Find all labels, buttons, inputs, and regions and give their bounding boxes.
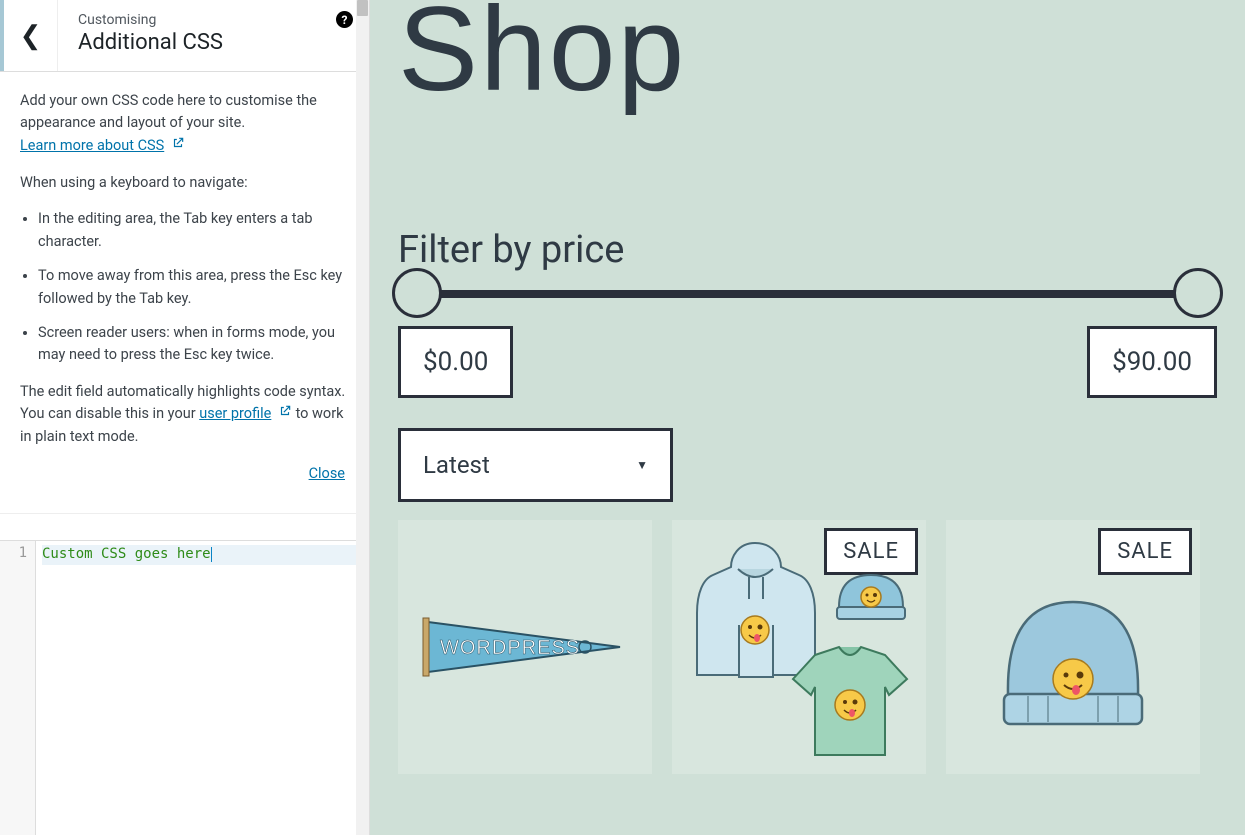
chevron-left-icon: ❮ (20, 21, 42, 51)
line-gutter: 1 (0, 541, 36, 835)
external-link-icon (171, 136, 185, 158)
tip-item: Screen reader users: when in forms mode,… (38, 322, 349, 367)
sale-badge: SALE (1098, 528, 1192, 575)
page-title: Shop (398, 0, 1217, 118)
panel-body: Add your own CSS code here to customise … (0, 72, 369, 514)
close-link[interactable]: Close (309, 465, 345, 482)
sort-selected-label: Latest (423, 451, 490, 479)
collection-image (679, 527, 919, 767)
price-min-box: $0.00 (398, 326, 513, 398)
price-max-box: $90.00 (1087, 326, 1217, 398)
product-card-collection[interactable]: SALE (672, 520, 926, 774)
user-profile-link[interactable]: user profile (199, 405, 271, 422)
slider-track[interactable] (416, 290, 1199, 298)
slider-handle-max[interactable] (1173, 268, 1223, 318)
code-content: Custom CSS goes here (42, 546, 211, 562)
learn-css-link[interactable]: Learn more about CSS (20, 137, 164, 154)
line-number: 1 (0, 545, 27, 561)
scrollbar[interactable] (356, 0, 369, 835)
preview-pane: Shop Filter by price $0.00 $90.00 Latest… (370, 0, 1245, 835)
customizer-sidebar: ❮ Customising Additional CSS ? Add your … (0, 0, 370, 835)
external-link-icon (278, 404, 292, 426)
sort-select[interactable]: Latest ▼ (398, 428, 673, 502)
panel-subtitle: Customising (78, 12, 349, 28)
beanie-image (988, 584, 1158, 739)
panel-header: ❮ Customising Additional CSS ? (0, 0, 369, 72)
caret-down-icon: ▼ (636, 458, 648, 472)
pennant-image: WORDPRESS (420, 612, 630, 682)
filter-title: Filter by price (398, 228, 1217, 272)
price-slider: $0.00 $90.00 (398, 290, 1217, 298)
text-cursor (211, 547, 212, 562)
svg-text:WORDPRESS: WORDPRESS (440, 637, 580, 659)
product-grid: WORDPRESS SALE (398, 520, 1217, 774)
tips-list: In the editing area, the Tab key enters … (20, 208, 349, 367)
product-card-beanie[interactable]: SALE (946, 520, 1200, 774)
tip-item: In the editing area, the Tab key enters … (38, 208, 349, 253)
slider-handle-min[interactable] (392, 268, 442, 318)
code-editor-area[interactable]: Custom CSS goes here (36, 541, 369, 835)
css-editor: 1 Custom CSS goes here (0, 540, 369, 835)
product-card-pennant[interactable]: WORDPRESS (398, 520, 652, 774)
scrollbar-thumb[interactable] (357, 0, 368, 16)
panel-title-wrap: Customising Additional CSS ? (58, 0, 369, 71)
intro-text: Add your own CSS code here to customise … (20, 92, 317, 131)
panel-title: Additional CSS (78, 30, 349, 55)
help-icon[interactable]: ? (336, 11, 353, 28)
keyboard-intro: When using a keyboard to navigate: (20, 172, 349, 194)
back-button[interactable]: ❮ (0, 0, 58, 71)
tip-item: To move away from this area, press the E… (38, 265, 349, 310)
